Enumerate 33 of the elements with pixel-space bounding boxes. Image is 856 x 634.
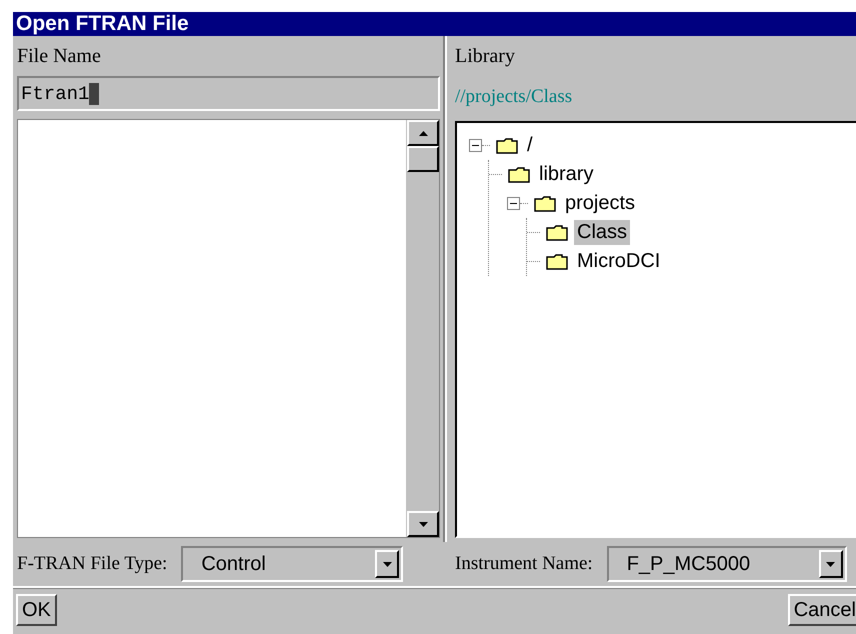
scroll-up-button[interactable] <box>407 120 439 146</box>
dialog-button[interactable]: Cancel <box>788 594 856 626</box>
library-path: //projects/Class <box>455 85 574 109</box>
field-label: F-TRAN File Type: <box>17 553 168 575</box>
field-label: File Name <box>17 44 102 69</box>
dialog-button[interactable]: OK <box>16 594 57 626</box>
folder-icon <box>534 196 556 212</box>
down-arrow-icon <box>418 522 428 526</box>
caret-icon <box>826 562 836 566</box>
folder-icon <box>546 254 568 270</box>
tree-item[interactable]: Class <box>574 220 630 245</box>
caret-icon <box>382 562 392 566</box>
tree-item[interactable]: projects <box>562 191 638 216</box>
dropdown-button[interactable] <box>818 550 843 578</box>
scroll-down-button[interactable] <box>407 511 439 537</box>
dropdown[interactable]: Control <box>181 546 404 582</box>
tree-item[interactable]: library <box>536 162 596 187</box>
tree-item[interactable]: MicroDCI <box>574 249 664 274</box>
folder-icon <box>496 138 518 154</box>
dropdown[interactable]: F_P_MC5000 <box>606 546 847 582</box>
folder-icon <box>508 166 530 182</box>
up-arrow-icon <box>418 130 428 136</box>
collapse-toggle[interactable] <box>507 197 520 210</box>
folder-icon <box>546 224 568 240</box>
field-label: Instrument Name: <box>455 553 593 575</box>
scrollbar[interactable] <box>406 120 439 537</box>
tree-item[interactable]: / <box>524 133 536 158</box>
collapse-toggle[interactable] <box>469 139 482 152</box>
field-label: Library <box>455 44 516 69</box>
window-title: Open FTRAN File <box>13 12 856 36</box>
input-field[interactable]: Ftran1 <box>17 76 440 111</box>
dropdown-button[interactable] <box>375 550 400 578</box>
scroll-thumb[interactable] <box>407 146 439 172</box>
